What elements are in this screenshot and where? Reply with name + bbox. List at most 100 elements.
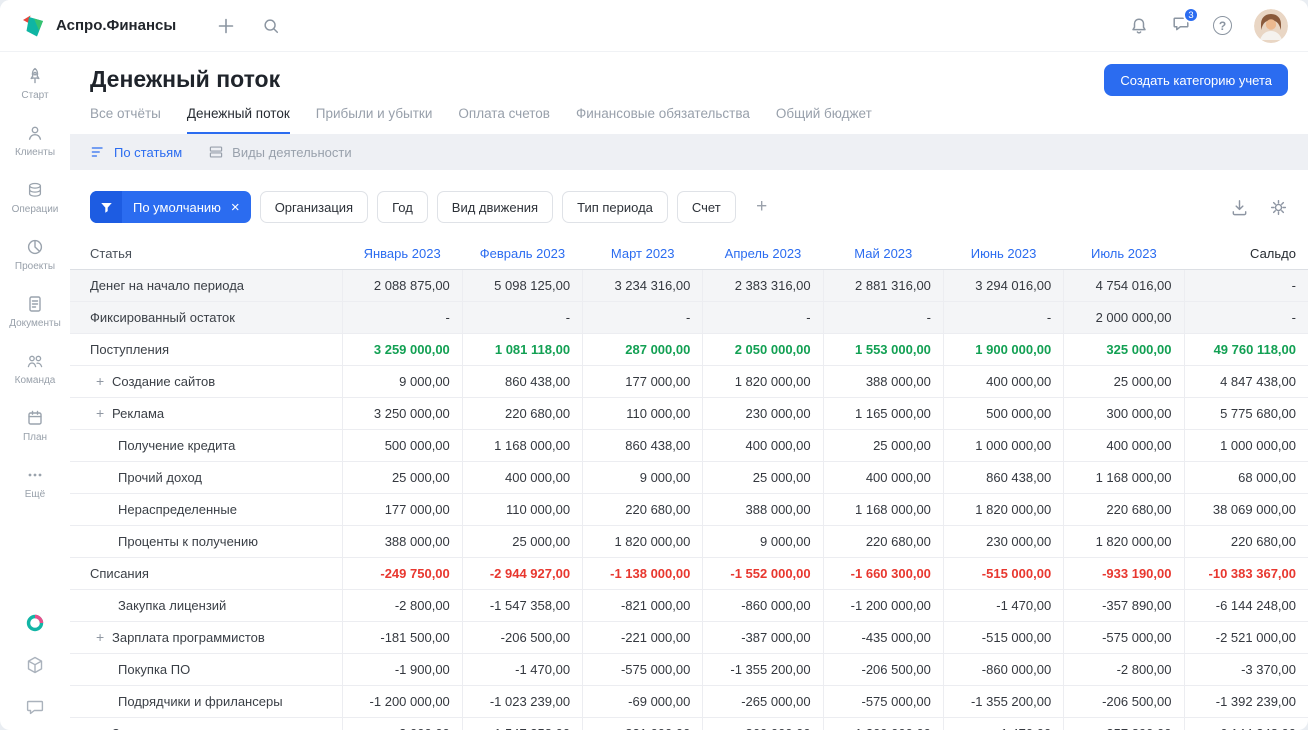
active-filter-label: По умолчанию [133,199,221,215]
cell-value: 5 098 125,00 [461,269,583,302]
cell-value: -1 355 200,00 [942,685,1064,718]
expand-row-button[interactable]: + [96,725,112,730]
cell-value: -1 547 358,00 [461,717,583,730]
rocket-icon [25,66,45,86]
cell-value: -860 000,00 [702,589,824,622]
cell-value: 25 000,00 [822,429,944,462]
cell-value: -1 547 358,00 [461,589,583,622]
cell-value: 500 000,00 [942,397,1064,430]
expand-row-button[interactable]: + [96,405,112,421]
sidebar-item-clients[interactable]: Клиенты [15,123,55,158]
filter-button-1[interactable]: Год [377,191,428,223]
clear-filter-icon[interactable]: × [226,200,251,215]
cell-value: 220 680,00 [461,397,583,430]
cell-value: -1 023 239,00 [461,685,583,718]
cell-value: - [582,301,703,334]
tab-5[interactable]: Общий бюджет [776,106,872,134]
topbar: Аспро.Финансы 3 ? [0,0,1308,52]
view-tab-1[interactable]: Виды деятельности [208,144,352,160]
cell-value: -435 000,00 [822,621,944,654]
row-label-cell: Фиксированный остаток [70,301,342,334]
cell-value: 25 000,00 [461,525,583,558]
cell-value: 1 820 000,00 [582,525,703,558]
filter-button-3[interactable]: Тип периода [562,191,668,223]
cell-value: -2 944 927,00 [461,557,583,590]
cell-value: 1 553 000,00 [822,333,944,366]
cell-value: 4 847 438,00 [1183,365,1308,398]
cell-value: - [942,301,1064,334]
cell-value: -206 500,00 [822,653,944,686]
cell-value: 9 000,00 [341,365,463,398]
user-avatar[interactable] [1254,8,1288,43]
sidebar-item-team[interactable]: Команда [14,351,56,386]
settings-gear-icon[interactable] [1269,198,1288,217]
cell-value: -1 470,00 [942,717,1064,730]
cell-value: 400 000,00 [702,429,824,462]
row-label-cell: + Реклама [70,397,342,430]
cell-value: 860 438,00 [942,461,1064,494]
filter-button-4[interactable]: Счет [676,191,736,223]
sidebar-item-label: Команда [14,375,56,386]
tab-0[interactable]: Все отчёты [90,106,161,134]
table-row: Закупка лицензий -2 800,00 -1 547 358,00 -8… [70,589,1308,622]
sidebar-item-start[interactable]: Старт [21,66,49,101]
cell-value: 400 000,00 [1063,429,1184,462]
cell-value: -249 750,00 [341,557,463,590]
expand-row-button[interactable]: + [96,373,112,389]
filter-button-0[interactable]: Организация [259,191,369,223]
cell-value: 287 000,00 [582,333,703,366]
aspro-color-icon[interactable] [24,612,46,634]
cell-value: 325 000,00 [1063,333,1184,366]
add-filter-button[interactable]: + [747,191,777,223]
cell-value: -357 890,00 [1063,589,1184,622]
column-header: Июнь 2023 [943,238,1064,270]
row-label: Создание сайтов [112,374,216,389]
active-filter-pill[interactable]: По умолчанию × [90,191,251,223]
notifications-bell-icon[interactable] [1129,16,1149,36]
view-tab-0[interactable]: По статьям [90,144,182,160]
cell-value: -821 000,00 [582,589,703,622]
sidebar-item-plan[interactable]: План [23,408,47,443]
cube-icon[interactable] [24,654,46,676]
search-icon[interactable] [262,17,280,35]
cell-value: 49 760 118,00 [1183,333,1308,366]
sidebar-item-documents[interactable]: Документы [9,294,61,329]
unread-count-badge: 3 [1183,7,1199,23]
cell-value: -357 890,00 [1063,717,1184,730]
table-row: Проценты к получению 388 000,00 25 000,00 1… [70,525,1308,558]
tab-4[interactable]: Финансовые обязательства [576,106,750,134]
cell-value: 1 820 000,00 [1063,525,1184,558]
column-header: Февраль 2023 [462,238,583,270]
help-icon[interactable]: ? [1213,16,1232,35]
tab-3[interactable]: Оплата счетов [458,106,550,134]
sidebar-item-label: Операции [11,204,59,215]
cell-value: 2 000 000,00 [1063,301,1184,334]
cell-value: 110 000,00 [582,397,703,430]
create-category-button[interactable]: Создать категорию учета [1104,64,1288,96]
table-row: Нераспределенные 177 000,00 110 000,00 220 … [70,493,1308,526]
cell-value: 1 168 000,00 [461,429,583,462]
cell-value: 3 234 316,00 [582,269,703,302]
cell-value: - [1183,269,1308,302]
quick-add-button[interactable] [216,16,236,36]
chat-muted-icon[interactable] [24,696,46,718]
cell-value: -1 200 000,00 [341,685,463,718]
expand-row-button[interactable]: + [96,629,112,645]
cell-value: 860 438,00 [582,429,703,462]
row-label: Закупка лицензий [118,597,227,613]
row-label-cell: Получение кредита [70,429,342,462]
tab-1[interactable]: Денежный поток [186,106,290,134]
sidebar-item-operations[interactable]: Операции [11,180,59,215]
filter-button-2[interactable]: Вид движения [436,191,554,223]
sidebar-item-projects[interactable]: Проекты [15,237,55,272]
cell-value: 2 383 316,00 [702,269,824,302]
cell-value: -2 521 000,00 [1183,621,1308,654]
cell-value: 25 000,00 [1063,365,1184,398]
messages-button[interactable]: 3 [1171,7,1199,38]
download-icon[interactable] [1230,198,1249,217]
cell-value: -3 000,00 [341,717,463,730]
tab-2[interactable]: Прибыли и убытки [316,106,433,134]
row-label: Денег на начало периода [90,277,245,293]
cell-value: 9 000,00 [582,461,703,494]
sidebar-item-more[interactable]: Ещё [25,465,45,500]
